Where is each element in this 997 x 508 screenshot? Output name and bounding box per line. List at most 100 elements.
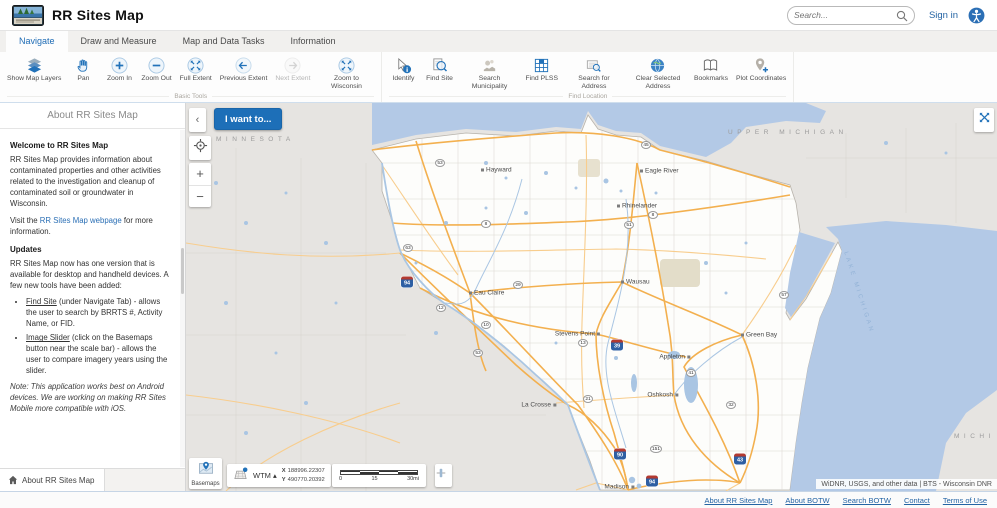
previous-extent-icon [235, 56, 252, 74]
sidebar-tab-about-rr-sites-map[interactable]: About RR Sites Map [0, 469, 106, 491]
basemaps-label: Basemaps [191, 480, 220, 487]
tool-label: Search for Address [578, 75, 610, 91]
tool-pan[interactable]: Pan [65, 56, 101, 83]
find-site-icon [431, 56, 448, 74]
tool-search-for-address[interactable]: Search for Address [562, 56, 626, 91]
image-slider-link[interactable]: Image Slider [26, 333, 70, 342]
coordinates-widget: WTM ▴ X 188996.22307 Y 490770.20392 [227, 464, 331, 487]
image-slider-button[interactable] [435, 464, 452, 487]
map-zoom-out-button[interactable]: − [189, 186, 211, 208]
tool-label: Search Municipality [471, 75, 508, 91]
map-zoom-control: + − [189, 163, 211, 207]
tool-label: Show Map Layers [7, 75, 62, 82]
tool-label: Full Extent [179, 75, 212, 82]
tab-map-and-data-tasks[interactable]: Map and Data Tasks [170, 31, 278, 52]
tool-identify[interactable]: Identify [385, 56, 421, 83]
tool-zoom-to-wisconsin[interactable]: Zoom to Wisconsin [314, 56, 378, 91]
find-site-link[interactable]: Find Site [26, 297, 57, 306]
toggle-tools-icon [978, 111, 991, 129]
layers-icon [26, 56, 43, 74]
map-attribution: WiDNR, USGS, and other data | BTS - Wisc… [816, 479, 997, 489]
sidebar-title: About RR Sites Map [0, 103, 185, 129]
updates-heading: Updates [10, 244, 42, 254]
tool-label: Next Extent [275, 75, 311, 82]
app-window: RR Sites Map Sign in Navigate Draw and M… [0, 0, 997, 508]
ribbon-filler [794, 52, 997, 102]
app-header: RR Sites Map Sign in [0, 0, 997, 30]
collapse-panel-button[interactable]: ‹ [189, 108, 206, 132]
tab-information[interactable]: Information [277, 31, 348, 52]
tool-previous-extent[interactable]: Previous Extent [216, 56, 272, 83]
tool-plot-coordinates[interactable]: Plot Coordinates [732, 56, 790, 83]
plot-coordinates-icon [753, 56, 770, 74]
scale-bar: 0 15 30mi [332, 464, 426, 487]
tool-bookmarks[interactable]: Bookmarks [690, 56, 732, 83]
sidebar-panel: About RR Sites Map Welcome to RR Sites M… [0, 103, 186, 491]
globe-icon [649, 56, 666, 74]
tool-find-plss[interactable]: Find PLSS [521, 56, 562, 83]
visit-line: Visit the RR Sites Map webpage for more … [10, 215, 153, 236]
compatibility-note: Note: This application works best on And… [10, 381, 166, 413]
basemap-canvas [186, 103, 997, 491]
map-viewport[interactable]: MINNESOTA UPPER MICHIGAN LAKE MICHIGAN MICH… [186, 103, 997, 491]
tool-label: Identify [392, 75, 415, 82]
search-icon[interactable] [896, 9, 908, 22]
wisconsin-dnr-logo [12, 4, 44, 26]
accessibility-icon[interactable] [968, 7, 985, 24]
footer-link-about-rr-sites-map[interactable]: About RR Sites Map [704, 496, 772, 505]
welcome-heading: Welcome to RR Sites Map [10, 141, 109, 150]
scrollbar-thumb[interactable] [181, 248, 184, 294]
app-title: RR Sites Map [52, 7, 144, 23]
tool-label: Zoom to Wisconsin [330, 75, 362, 91]
tool-label: Pan [77, 75, 90, 82]
toolbar-group-label: Basic Tools [7, 91, 374, 101]
footer-link-about-botw[interactable]: About BOTW [785, 496, 829, 505]
ribbon-tabbar: Navigate Draw and Measure Map and Data T… [0, 30, 997, 52]
footer-link-contact[interactable]: Contact [904, 496, 930, 505]
tool-full-extent[interactable]: Full Extent [176, 56, 216, 83]
toolbar-group-basic-tools: Show Map Layers Pan Zoom In Zoom Out Full Ex… [0, 52, 383, 102]
zoom-out-icon [148, 56, 165, 74]
tab-navigate[interactable]: Navigate [6, 31, 68, 52]
toolbar-group-find-location: Identify Find Site Search Municipality Find… [382, 52, 795, 102]
pan-icon [75, 56, 91, 74]
basemaps-button[interactable]: Basemaps [189, 458, 222, 489]
footer-link-terms-of-use[interactable]: Terms of Use [943, 496, 987, 505]
sidebar-scrollbar[interactable] [180, 130, 185, 467]
coordinate-grid-icon [233, 466, 248, 486]
sidebar-tab-label: About RR Sites Map [22, 475, 95, 485]
tool-clear-selected-address[interactable]: Clear Selected Address [626, 56, 690, 91]
map-zoom-in-button[interactable]: + [189, 163, 211, 186]
locate-me-button[interactable] [189, 136, 211, 160]
full-extent-icon [187, 56, 204, 74]
tool-zoom-in[interactable]: Zoom In [101, 56, 137, 83]
address-search-icon [585, 56, 602, 74]
tool-search-municipality[interactable]: Search Municipality [457, 56, 521, 91]
locate-icon [193, 138, 208, 158]
projection-selector[interactable]: WTM ▴ [253, 471, 277, 480]
tool-find-site[interactable]: Find Site [421, 56, 457, 83]
tool-label: Find PLSS [525, 75, 558, 82]
page-footer: About RR Sites Map About BOTW Search BOTW C… [0, 491, 997, 508]
next-extent-icon [284, 56, 301, 74]
tool-show-map-layers[interactable]: Show Map Layers [3, 56, 65, 83]
rr-sites-map-webpage-link[interactable]: RR Sites Map webpage [40, 216, 122, 225]
scale-bar-graphic [340, 469, 418, 475]
tool-label: Plot Coordinates [735, 75, 787, 82]
zoom-to-wisconsin-icon [338, 56, 355, 74]
sign-in-link[interactable]: Sign in [929, 10, 958, 21]
search-input[interactable] [793, 10, 896, 20]
search-box[interactable] [786, 5, 915, 25]
identify-icon [395, 56, 412, 74]
tool-label: Bookmarks [693, 75, 728, 82]
updates-text: RR Sites Map now has one version that is… [10, 258, 169, 290]
footer-link-search-botw[interactable]: Search BOTW [843, 496, 891, 505]
tab-draw-and-measure[interactable]: Draw and Measure [68, 31, 170, 52]
tool-label: Clear Selected Address [635, 75, 681, 91]
i-want-to-button[interactable]: I want to... [214, 108, 283, 130]
toolbar-group-label: Find Location [389, 91, 786, 101]
updates-list: Find Site (under Navigate Tab) - allows … [26, 297, 173, 376]
tool-zoom-out[interactable]: Zoom Out [137, 56, 175, 83]
toolbar-toggle-button[interactable] [974, 108, 994, 132]
tool-next-extent: Next Extent [271, 56, 314, 83]
